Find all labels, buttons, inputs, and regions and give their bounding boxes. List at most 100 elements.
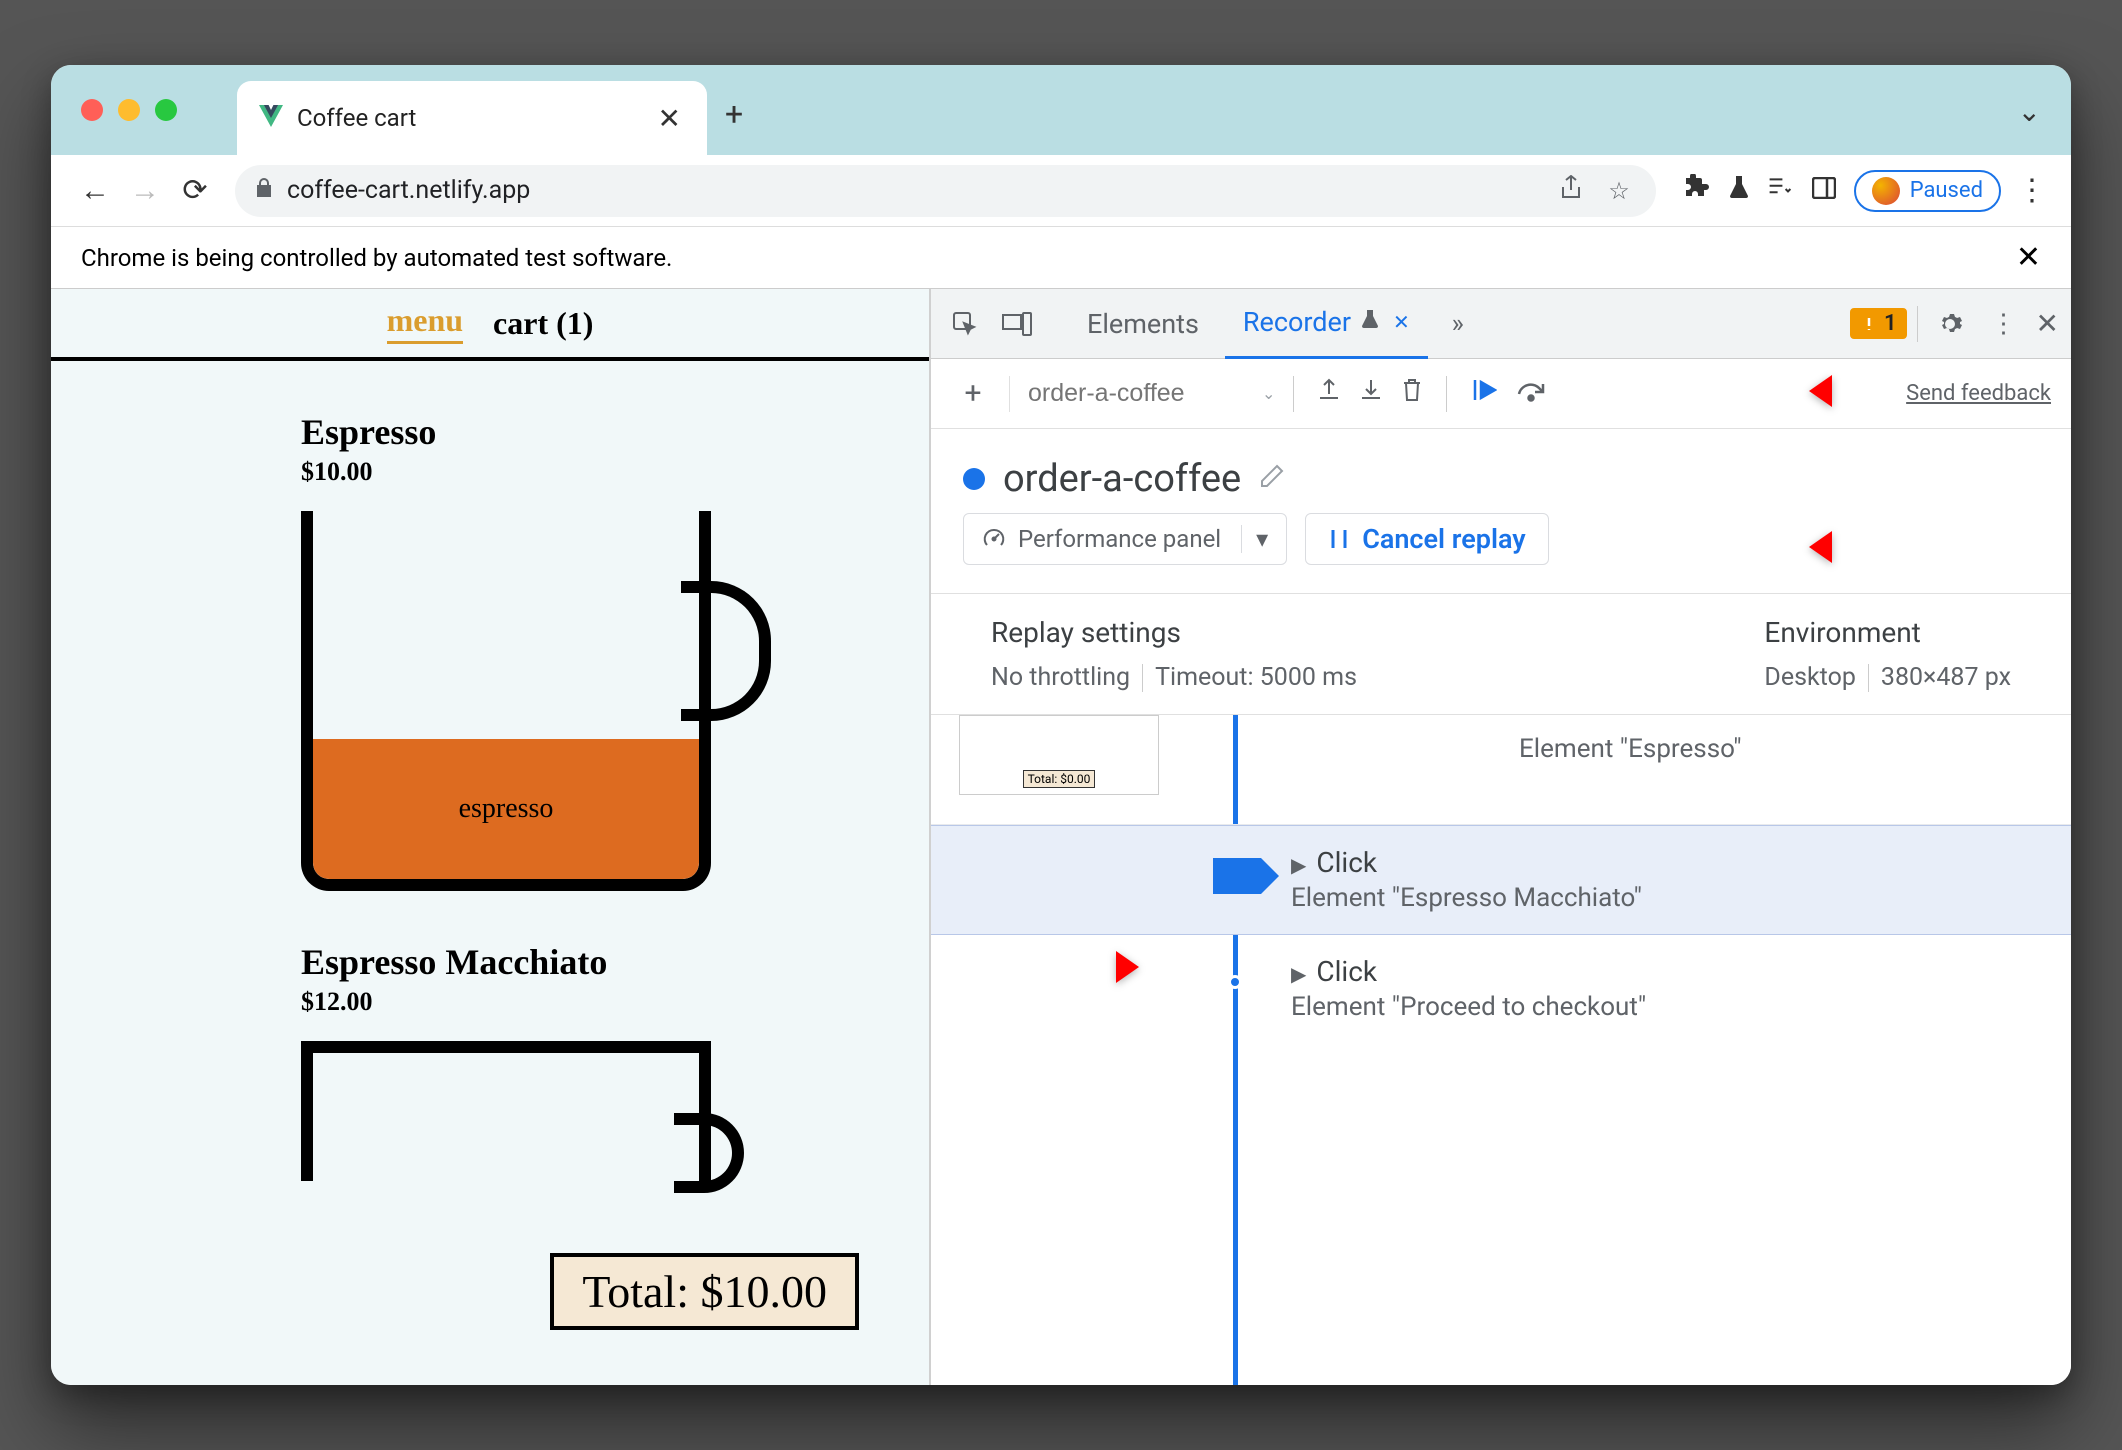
delete-icon[interactable] bbox=[1396, 378, 1428, 409]
lab-flask-icon[interactable] bbox=[1728, 174, 1750, 207]
chevron-down-icon[interactable]: ▾ bbox=[1241, 525, 1268, 553]
tab-title: Coffee cart bbox=[297, 104, 636, 132]
viewport-value[interactable]: 380×487 px bbox=[1881, 663, 2011, 692]
add-recording-icon[interactable]: + bbox=[951, 372, 995, 416]
annotation-arrow-icon bbox=[1061, 939, 1141, 999]
settings-row: Replay settings No throttling Timeout: 5… bbox=[931, 593, 2071, 715]
environment-settings: Environment Desktop 380×487 px bbox=[1764, 616, 2011, 692]
vue-icon bbox=[259, 105, 283, 131]
devtools-tabs: Elements Recorder ✕ » 1 bbox=[931, 289, 2071, 359]
product-price: $10.00 bbox=[301, 457, 929, 487]
replay-settings: Replay settings No throttling Timeout: 5… bbox=[991, 616, 1357, 692]
side-panel-icon[interactable] bbox=[1812, 176, 1836, 206]
annotation-arrow-icon bbox=[1807, 363, 1887, 423]
tab-elements[interactable]: Elements bbox=[1069, 289, 1217, 359]
app-nav: menu cart (1) bbox=[51, 289, 929, 361]
step-subtitle: Element "Espresso Macchiato" bbox=[1291, 883, 1642, 913]
annotation-arrow-icon bbox=[1807, 519, 1887, 579]
step-row[interactable]: Total: $0.00 ▶ Element "Espresso" bbox=[931, 715, 2071, 825]
throttling-value[interactable]: No throttling bbox=[991, 663, 1130, 692]
product-macchiato: Espresso Macchiato $12.00 bbox=[301, 941, 929, 1181]
step-over-icon[interactable] bbox=[1511, 379, 1553, 409]
experimental-flask-icon bbox=[1361, 308, 1379, 336]
inspect-element-icon[interactable] bbox=[943, 302, 987, 346]
chevron-down-icon[interactable]: ⌄ bbox=[1262, 384, 1275, 403]
window-controls bbox=[81, 99, 177, 121]
recording-status-dot bbox=[963, 468, 985, 490]
expand-caret-icon[interactable]: ▶ bbox=[1291, 962, 1306, 986]
step-dot-icon bbox=[1228, 975, 1242, 989]
step-thumbnail: Total: $0.00 bbox=[959, 715, 1159, 795]
total-badge[interactable]: Total: $10.00 bbox=[550, 1253, 859, 1330]
coffee-cup-icon[interactable] bbox=[301, 1041, 711, 1181]
close-window-button[interactable] bbox=[81, 99, 103, 121]
nav-cart-link[interactable]: cart (1) bbox=[493, 305, 593, 342]
product-price: $12.00 bbox=[301, 987, 929, 1017]
product-list: Espresso $10.00 espresso Espresso Macchi… bbox=[51, 361, 929, 1181]
recording-actions: Performance panel ▾ Cancel replay bbox=[931, 513, 2071, 593]
steps-timeline: Total: $0.00 ▶ Element "Espresso" ▶Click… bbox=[931, 715, 2071, 1385]
cancel-replay-button[interactable]: Cancel replay bbox=[1305, 513, 1548, 565]
banner-close-icon[interactable]: ✕ bbox=[2016, 240, 2041, 275]
tab-recorder[interactable]: Recorder ✕ bbox=[1225, 289, 1428, 359]
expand-caret-icon[interactable]: ▶ bbox=[1291, 853, 1306, 877]
coffee-cup-icon[interactable]: espresso bbox=[301, 511, 741, 901]
minimize-window-button[interactable] bbox=[118, 99, 140, 121]
product-espresso: Espresso $10.00 espresso bbox=[301, 411, 929, 901]
profile-paused-button[interactable]: Paused bbox=[1854, 170, 2001, 212]
new-tab-button[interactable]: + bbox=[725, 95, 743, 133]
bookmark-icon[interactable]: ☆ bbox=[1602, 177, 1636, 205]
back-button[interactable]: ← bbox=[75, 171, 115, 211]
url-text: coffee-cart.netlify.app bbox=[287, 176, 1540, 205]
device-toolbar-icon[interactable] bbox=[995, 302, 1039, 346]
page-viewport: menu cart (1) Espresso $10.00 espresso bbox=[51, 289, 931, 1385]
reading-list-icon[interactable] bbox=[1768, 176, 1794, 206]
step-subtitle: Element "Proceed to checkout" bbox=[1291, 992, 1646, 1022]
address-bar[interactable]: coffee-cart.netlify.app ☆ bbox=[235, 165, 1656, 217]
avatar bbox=[1872, 177, 1900, 205]
issues-badge[interactable]: 1 bbox=[1850, 308, 1907, 339]
reload-button[interactable]: ⟳ bbox=[175, 171, 215, 211]
edit-pencil-icon[interactable] bbox=[1259, 463, 1285, 496]
coffee-fill-label: espresso bbox=[459, 793, 554, 825]
step-subtitle: Element "Espresso" bbox=[1519, 734, 1742, 764]
extensions-icon[interactable] bbox=[1684, 174, 1710, 207]
maximize-window-button[interactable] bbox=[155, 99, 177, 121]
close-devtools-icon[interactable]: ✕ bbox=[2036, 307, 2059, 340]
extension-icons bbox=[1684, 174, 1836, 207]
content-area: menu cart (1) Espresso $10.00 espresso bbox=[51, 289, 2071, 1385]
lock-icon bbox=[255, 177, 273, 204]
toolbar: ← → ⟳ coffee-cart.netlify.app ☆ bbox=[51, 155, 2071, 227]
banner-text: Chrome is being controlled by automated … bbox=[81, 244, 672, 272]
recording-name: order-a-coffee bbox=[1003, 457, 1241, 501]
close-tab-icon[interactable]: ✕ bbox=[1393, 310, 1410, 334]
devtools-panel: Elements Recorder ✕ » 1 bbox=[931, 289, 2071, 1385]
product-name: Espresso bbox=[301, 411, 929, 453]
more-tabs-icon[interactable]: » bbox=[1436, 302, 1480, 346]
tab-search-icon[interactable]: ⌄ bbox=[2018, 95, 2041, 128]
recording-header: order-a-coffee bbox=[931, 429, 2071, 513]
paused-label: Paused bbox=[1910, 178, 1983, 203]
browser-window: Coffee cart ✕ + ⌄ ← → ⟳ coffee-cart.netl… bbox=[51, 65, 2071, 1385]
close-tab-icon[interactable]: ✕ bbox=[650, 102, 689, 135]
share-icon[interactable] bbox=[1554, 175, 1588, 207]
export-icon[interactable] bbox=[1312, 378, 1346, 409]
tab-strip: Coffee cart ✕ + ⌄ bbox=[51, 65, 2071, 155]
automation-banner: Chrome is being controlled by automated … bbox=[51, 227, 2071, 289]
timeout-value[interactable]: Timeout: 5000 ms bbox=[1155, 663, 1357, 692]
recorder-toolbar: + ⌄ bbox=[931, 359, 2071, 429]
send-feedback-link[interactable]: Send feedback bbox=[1906, 381, 2051, 406]
device-value[interactable]: Desktop bbox=[1764, 663, 1855, 692]
replay-icon[interactable] bbox=[1465, 377, 1503, 410]
chrome-menu-icon[interactable]: ⋮ bbox=[2017, 173, 2047, 208]
browser-tab[interactable]: Coffee cart ✕ bbox=[237, 81, 707, 155]
performance-panel-button[interactable]: Performance panel ▾ bbox=[963, 513, 1287, 565]
import-icon[interactable] bbox=[1354, 378, 1388, 409]
step-row-current[interactable]: ▶Click Element "Espresso Macchiato" bbox=[931, 825, 2071, 935]
settings-gear-icon[interactable] bbox=[1928, 302, 1972, 346]
forward-button[interactable]: → bbox=[125, 171, 165, 211]
nav-menu-link[interactable]: menu bbox=[387, 302, 463, 344]
kebab-menu-icon[interactable]: ⋮ bbox=[1982, 302, 2026, 346]
product-name: Espresso Macchiato bbox=[301, 941, 929, 983]
recording-select-input[interactable] bbox=[1024, 375, 1254, 412]
